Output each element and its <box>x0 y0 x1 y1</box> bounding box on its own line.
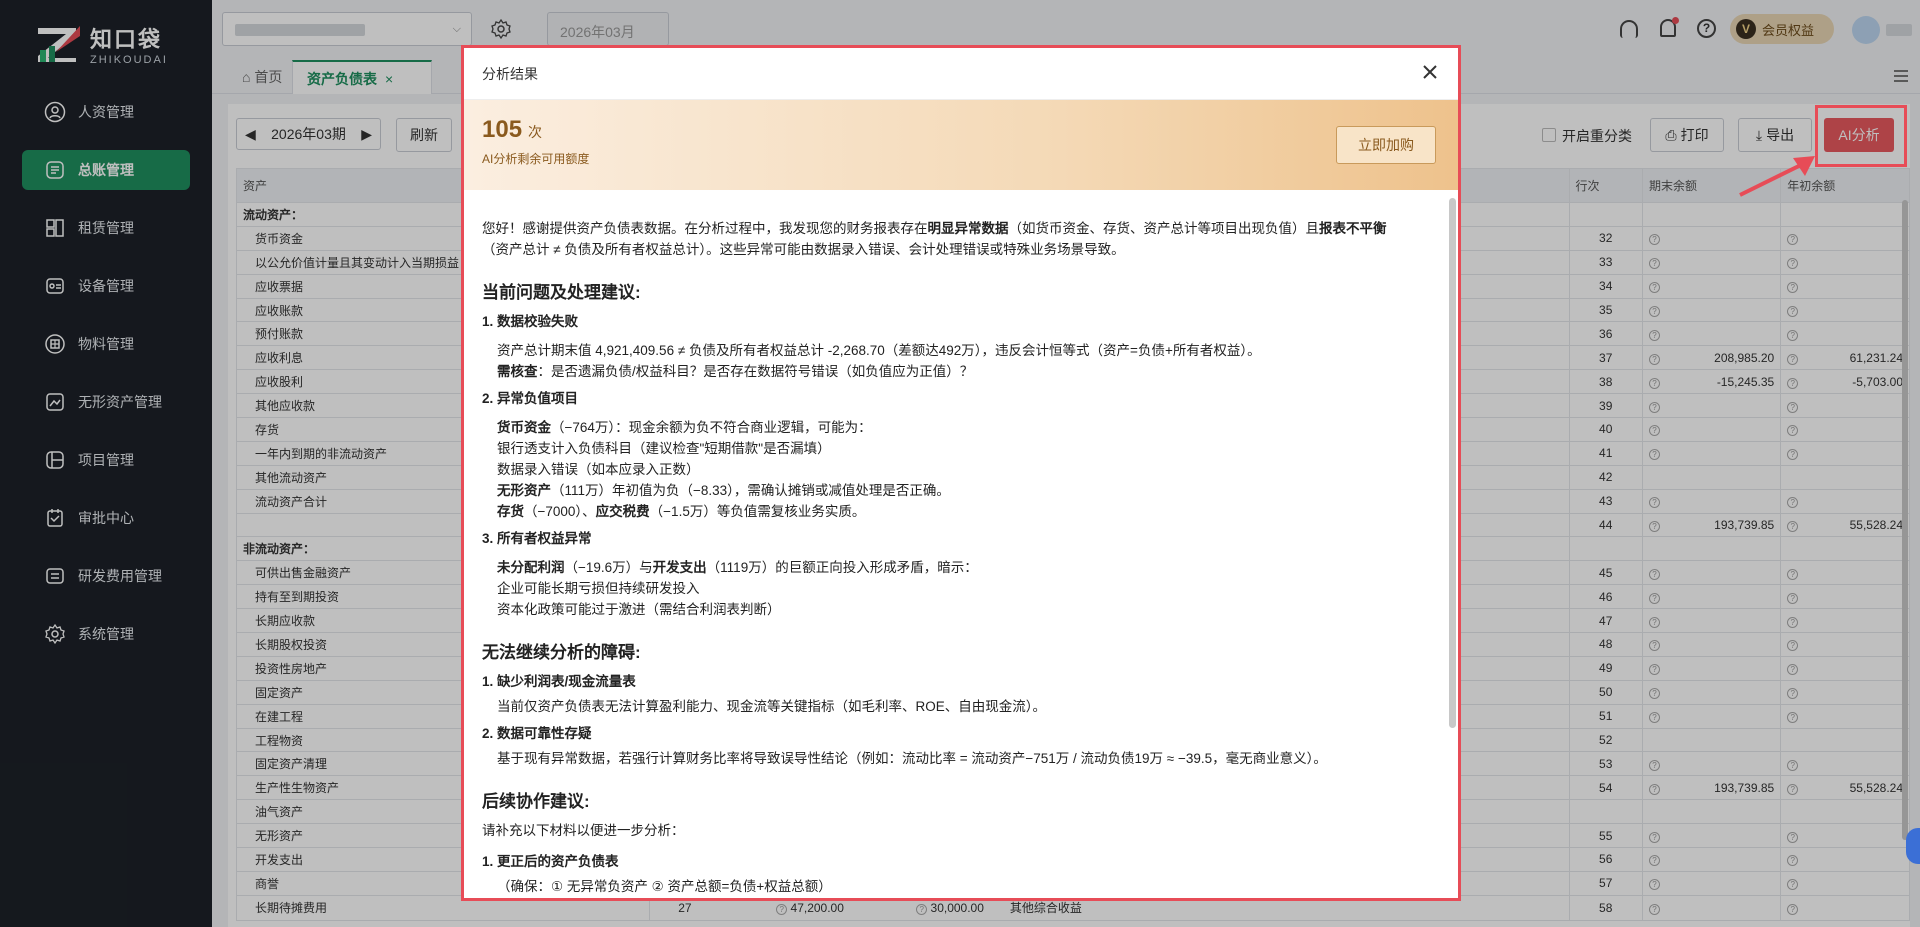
issue-title: 2. 异常负值项目 <box>482 391 579 406</box>
close-icon[interactable] <box>1420 62 1440 82</box>
red-arrow-icon <box>1739 156 1815 197</box>
obstacle-detail: 当前仅资产负债表无法计算盈利能力、现金流等关键指标（如毛利率、ROE、自由现金流… <box>497 699 1047 714</box>
request-detail: （确保：① 无异常负资产 ② 资产总额=负债+权益总额） <box>497 879 832 894</box>
issue-title: 3. 所有者权益异常 <box>482 531 592 546</box>
quota-unit: 次 <box>528 124 543 140</box>
obstacle-detail: 基于现有异常数据，若强行计算财务比率将导致误导性结论（例如：流动比率 = 流动资… <box>497 751 1327 766</box>
chat-bubble-icon[interactable] <box>1906 828 1920 864</box>
request-title: 1. 更正后的资产负债表 <box>482 854 619 869</box>
issue-detail: 资产总计期末值 4,921,409.56 ≠ 负债及所有者权益总计 -2,268… <box>497 343 1261 379</box>
intro-paragraph: 您好！感谢提供资产负债表数据。在分析过程中，我发现您的财务报表存在明显异常数据（… <box>482 221 1387 257</box>
modal-scrollbar[interactable] <box>1449 198 1456 728</box>
issue-detail: 货币资金（−764万）：现金余额为负不符合商业逻辑，可能为： 银行透支计入负债科… <box>497 420 950 519</box>
quota-banner: 105 次 AI分析剩余可用额度 立即加购 <box>464 100 1458 190</box>
section-heading-issues: 当前问题及处理建议: <box>482 283 641 302</box>
issue-title: 1. 数据校验失败 <box>482 314 579 329</box>
buy-more-button[interactable]: 立即加购 <box>1336 126 1436 164</box>
analysis-modal: 分析结果 105 次 AI分析剩余可用额度 立即加购 您好！感谢提供资产负债表数据… <box>461 45 1461 901</box>
modal-header: 分析结果 <box>464 48 1458 100</box>
quota-label: AI分析剩余可用额度 <box>482 152 590 166</box>
ai-button-highlight <box>1815 105 1907 167</box>
section-heading-next: 后续协作建议: <box>482 792 590 811</box>
section-heading-obstacles: 无法继续分析的障碍: <box>482 643 641 662</box>
modal-title: 分析结果 <box>482 65 538 82</box>
quota-count: 105 <box>482 116 523 143</box>
request-intro: 请补充以下材料以便进一步分析： <box>482 823 685 838</box>
obstacle-title: 1. 缺少利润表/现金流量表 <box>482 674 636 689</box>
issue-detail: 未分配利润（−19.6万）与开发支出（1119万）的巨额正向投入形成矛盾，暗示：… <box>497 560 978 617</box>
analysis-content: 您好！感谢提供资产负债表数据。在分析过程中，我发现您的财务报表存在明显异常数据（… <box>464 190 1448 898</box>
obstacle-title: 2. 数据可靠性存疑 <box>482 726 592 741</box>
